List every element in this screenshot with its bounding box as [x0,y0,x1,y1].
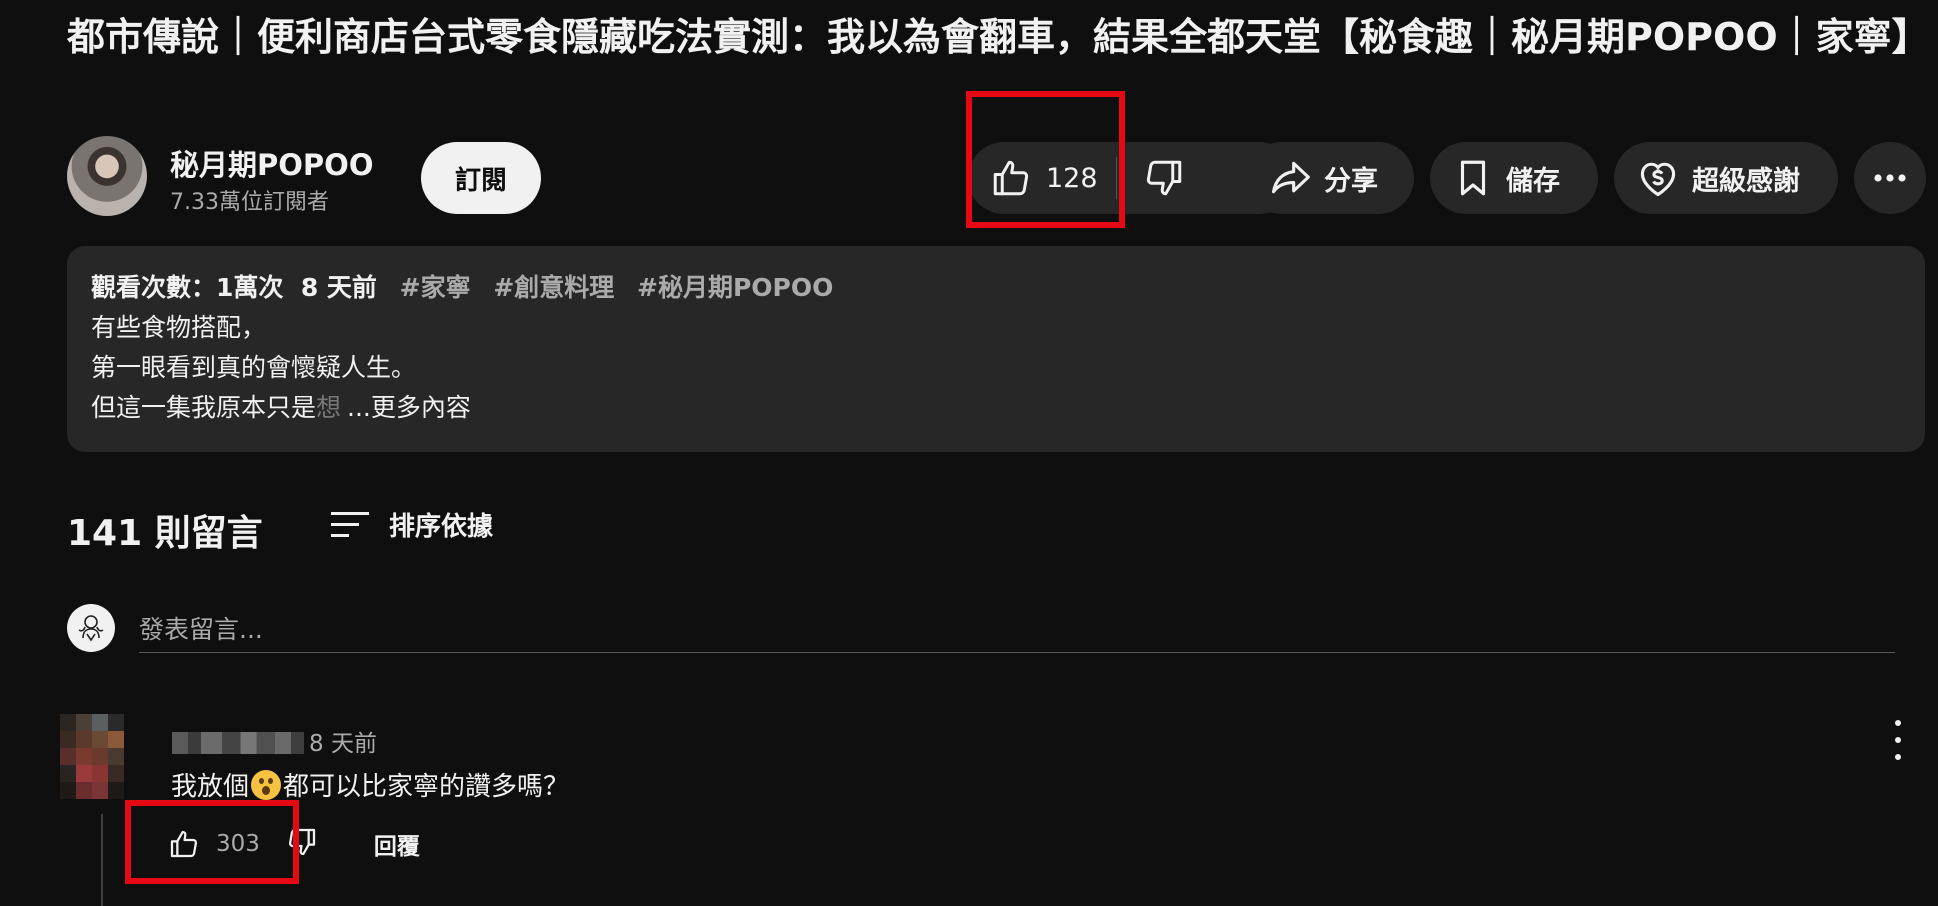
hashtag[interactable]: #秘月期POPOO [637,273,833,302]
save-label: 儲存 [1506,165,1560,197]
description-line: 有些食物搭配， [91,313,267,342]
channel-name[interactable]: 秘月期POPOO [170,142,373,184]
comment-thread: 8 天前 我放個 都可以比家寧的讚多嗎？ 303 回覆 [60,714,1920,906]
user-avatar[interactable] [67,604,115,652]
super-thanks-button[interactable]: 超級感謝 [1614,142,1838,214]
description-box[interactable]: 觀看次數：1萬次 8 天前 #家寧 #創意料理 #秘月期POPOO 有些食物搭配… [67,246,1925,452]
heart-dollar-icon [1640,162,1676,197]
owner-row: 秘月期POPOO 7.33萬位訂閱者 訂閱 128 分享 儲存 超級感謝 [67,91,1927,228]
sort-label: 排序依據 [389,512,494,542]
hashtag[interactable]: #家寧 [400,273,471,302]
commenter-avatar[interactable] [60,714,124,799]
comment-text-part: 我放個 [171,772,250,802]
show-more-link[interactable]: ...更多內容 [347,393,471,422]
video-title: 都市傳說｜便利商店台式零食隱藏吃法實測：我以為會翻車，結果全都天堂【秘食趣｜秘月… [67,15,1930,59]
more-horizontal-icon [1874,174,1906,182]
comment-input[interactable]: 發表留言... [139,604,1895,653]
upload-date: 8 天前 [300,273,377,302]
surprised-face-emoji-icon [251,769,282,800]
super-thanks-label: 超級感謝 [1692,165,1800,197]
commenter-name-blurred[interactable] [172,732,304,754]
sort-lines-icon [331,511,369,537]
description-meta: 觀看次數：1萬次 8 天前 #家寧 #創意料理 #秘月期POPOO [91,268,833,304]
add-comment-row: 發表留言... [67,604,1895,660]
share-arrow-icon [1271,161,1310,194]
comment-count: 141 則留言 [67,513,263,554]
comment-menu-icon[interactable] [1888,720,1908,760]
more-actions-button[interactable] [1854,142,1926,214]
description-line: 但這一集我原本只是想 ...更多內容 [91,388,471,424]
dislike-button[interactable] [1117,142,1215,214]
sketch-avatar-icon [78,615,104,642]
comment-text: 我放個 都可以比家寧的讚多嗎？ [171,766,569,803]
sort-button[interactable]: 排序依據 [329,506,493,543]
share-label: 分享 [1324,165,1378,197]
share-button[interactable]: 分享 [1246,142,1414,214]
highlight-box-video-like [966,91,1125,228]
thread-line [101,814,103,906]
subscribe-button[interactable]: 訂閱 [421,142,541,214]
description-faded-text: 想 [316,393,342,422]
hashtag[interactable]: #創意料理 [493,273,614,302]
description-line: 第一眼看到真的會懷疑人生。 [91,353,417,382]
thumbs-down-icon [1146,160,1181,196]
comments-header: 141 則留言 排序依據 [67,500,867,560]
channel-avatar[interactable] [67,136,147,216]
save-button[interactable]: 儲存 [1430,142,1598,214]
comment-time: 8 天前 [309,731,377,757]
description-text: 但這一集我原本只是 [91,393,317,422]
highlight-box-comment-like [125,800,299,884]
comment-text-part: 都可以比家寧的讚多嗎？ [283,772,570,802]
reply-button[interactable]: 回覆 [374,827,420,861]
bookmark-icon [1460,160,1486,196]
view-count: 觀看次數：1萬次 [91,273,284,302]
subscriber-count: 7.33萬位訂閱者 [170,190,329,215]
